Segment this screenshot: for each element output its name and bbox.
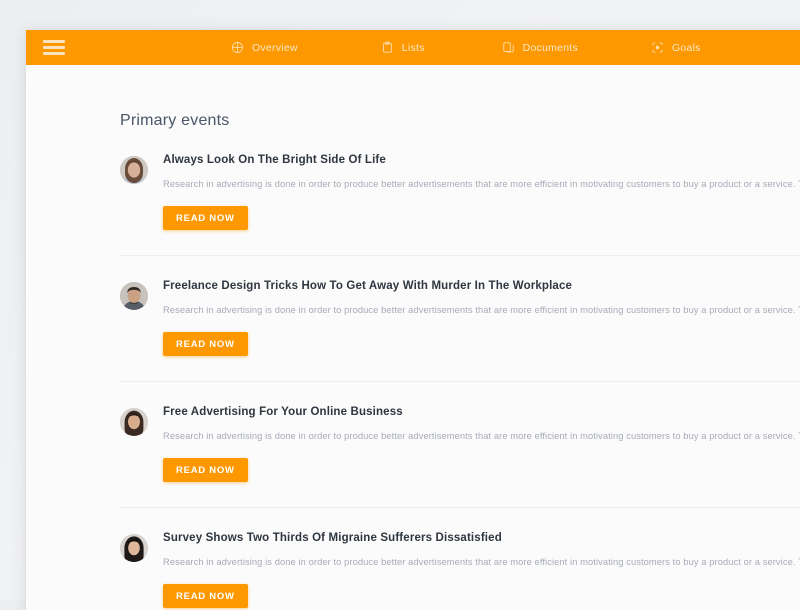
top-navbar: Overview Lists Documents Goals — [26, 30, 800, 65]
nav-item-label: Documents — [522, 41, 578, 54]
list-item-title: Always Look On The Bright Side Of Life — [163, 154, 386, 166]
nav-item-lists[interactable]: Lists — [381, 41, 425, 54]
avatar — [120, 534, 148, 562]
read-now-button[interactable]: READ NOW — [163, 584, 248, 608]
list-item-title: Survey Shows Two Thirds Of Migraine Suff… — [163, 532, 502, 544]
clipboard-icon — [381, 41, 394, 54]
avatar — [120, 282, 148, 310]
list-item-title: Freelance Design Tricks How To Get Away … — [163, 280, 573, 292]
hamburger-bar — [43, 46, 65, 49]
hamburger-icon[interactable] — [43, 40, 65, 55]
list-item-body: Freelance Design Tricks How To Get Away … — [163, 280, 800, 356]
documents-icon — [502, 41, 515, 54]
avatar — [120, 156, 148, 184]
nav-links: Overview Lists Documents Goals — [231, 30, 701, 65]
target-focus-icon — [651, 41, 664, 54]
nav-item-goals[interactable]: Goals — [651, 41, 701, 54]
list-item-text: Research in advertising is done in order… — [163, 557, 800, 567]
hamburger-bar — [43, 52, 65, 55]
list-item-body: Always Look On The Bright Side Of Life R… — [163, 154, 800, 230]
list-item: Always Look On The Bright Side Of Life R… — [120, 154, 800, 256]
avatar — [120, 408, 148, 436]
list-item-text: Research in advertising is done in order… — [163, 431, 800, 441]
list-item-body: Free Advertising For Your Online Busines… — [163, 406, 800, 482]
list-item-body: Survey Shows Two Thirds Of Migraine Suff… — [163, 532, 800, 608]
read-now-button[interactable]: READ NOW — [163, 206, 248, 230]
nav-item-label: Goals — [671, 41, 701, 54]
list-item-text: Research in advertising is done in order… — [163, 179, 800, 189]
page-title: Primary events — [120, 112, 230, 129]
hamburger-bar — [43, 40, 65, 43]
nav-item-label: Lists — [401, 41, 425, 54]
list-item: Free Advertising For Your Online Busines… — [120, 406, 800, 508]
list-item-title: Free Advertising For Your Online Busines… — [163, 406, 403, 418]
nav-item-documents[interactable]: Documents — [502, 41, 578, 54]
list-item: Survey Shows Two Thirds Of Migraine Suff… — [120, 532, 800, 610]
list-item-text: Research in advertising is done in order… — [163, 305, 800, 315]
pie-chart-icon — [231, 41, 244, 54]
event-list: Always Look On The Bright Side Of Life R… — [26, 154, 800, 610]
read-now-button[interactable]: READ NOW — [163, 458, 248, 482]
read-now-button[interactable]: READ NOW — [163, 332, 248, 356]
main-content: Primary events Always Look On The Bright… — [26, 65, 800, 610]
list-item: Freelance Design Tricks How To Get Away … — [120, 280, 800, 382]
app-card: Overview Lists Documents Goals Primary e… — [26, 30, 800, 610]
nav-item-label: Overview — [252, 41, 298, 54]
nav-item-overview[interactable]: Overview — [231, 41, 298, 54]
